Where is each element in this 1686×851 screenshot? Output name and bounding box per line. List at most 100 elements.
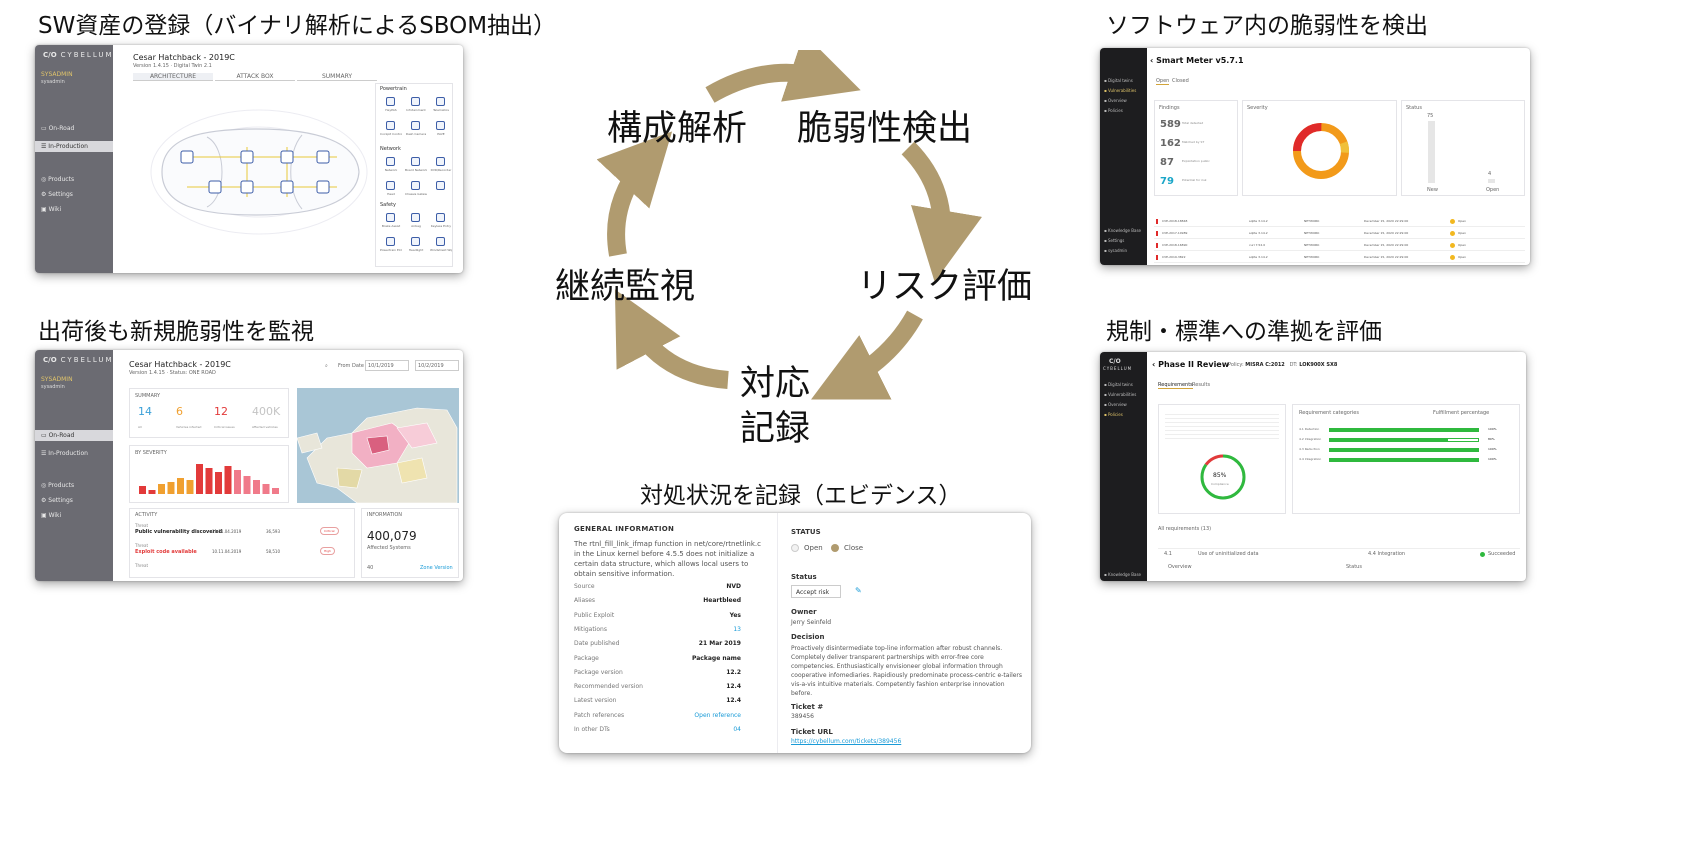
summary-caption: Affected vehicles	[252, 425, 278, 429]
activity-title[interactable]: Public vulnerability discovered	[135, 529, 222, 535]
logo-mark: C/O	[1109, 358, 1121, 365]
zone-version-link[interactable]: Zone Version	[420, 565, 453, 571]
nav-item-settings[interactable]: ⚙ Settings	[41, 497, 73, 504]
module-tile[interactable]: PAVE	[430, 120, 452, 140]
status-dot	[1450, 255, 1455, 260]
tab-summary[interactable]: SUMMARY	[297, 73, 377, 81]
nav-item[interactable]: ▪ sysadmin	[1104, 248, 1127, 253]
nav-item[interactable]: ▪ Digital twins	[1104, 382, 1133, 387]
severity-bar	[158, 484, 165, 494]
nav-item[interactable]: ▪ Vulnerabilities	[1104, 392, 1136, 397]
module-tile[interactable]: Windshield Wiper	[430, 236, 452, 256]
nav-item[interactable]: ▪ Knowledge Base	[1104, 572, 1141, 577]
logo: C/O CYBELLUM	[43, 356, 114, 364]
module-tile[interactable]	[430, 180, 452, 200]
nav-item[interactable]: ▪ Policies	[1104, 412, 1123, 417]
tab-requirements[interactable]: Requirements	[1158, 382, 1193, 389]
module-icon	[436, 237, 445, 246]
module-label: Brake Assist	[381, 224, 401, 228]
module-tile[interactable]: Keyless Entry	[430, 212, 452, 232]
nav-item-wiki[interactable]: ▣ Wiki	[41, 206, 61, 213]
table-row[interactable]: CVE-2017-10989 sqlite 3.14.2 NETWORK Decemb…	[1154, 228, 1525, 239]
module-tile[interactable]: Cockpit Controller	[380, 120, 402, 140]
module-tile[interactable]: Board Network	[405, 156, 427, 176]
module-tile[interactable]: Dash Camera	[405, 120, 427, 140]
row-text: Use of uninitialized data	[1198, 551, 1259, 557]
module-icon	[411, 157, 420, 166]
module-tile[interactable]: Telematics	[430, 96, 452, 116]
status-select[interactable]: Accept risk	[791, 585, 841, 598]
activity-title[interactable]: Exploit code available	[135, 549, 197, 555]
sidebar: C/O CYBELLUM SYSADMIN sysadmin ▭ On-Road …	[35, 45, 113, 273]
field-value[interactable]: Open reference	[669, 712, 741, 719]
nav-item[interactable]: ▪ Knowledge Base	[1104, 228, 1141, 233]
edit-pencil-icon[interactable]: ✎	[855, 586, 862, 595]
field-value: 12.4	[726, 683, 741, 691]
table-row[interactable]: CVE-2018-18848 sqlite 3.14.2 NETWORK Decemb…	[1154, 216, 1525, 227]
nav-item[interactable]: ▪ Policies	[1104, 108, 1123, 113]
date: December 15, 2020 22:29:00	[1364, 219, 1409, 223]
page-title: Cesar Hatchback - 2019C	[129, 360, 231, 369]
nav-item-in-production[interactable]: ☰ In-Production	[41, 450, 88, 457]
module-tile[interactable]: Airbag	[405, 212, 427, 232]
module-tile[interactable]: Infotainment	[405, 96, 427, 116]
nav-item-on-road[interactable]: ▭ On-Road	[35, 430, 113, 441]
nav-item[interactable]: ▪ Digital twins	[1104, 78, 1133, 83]
screenshot-sbom: C/O CYBELLUM SYSADMIN sysadmin ▭ On-Road …	[35, 45, 463, 273]
module-tile[interactable]: Brake Assist	[380, 212, 402, 232]
decision-text: Proactively disintermediate top-line inf…	[791, 645, 1023, 697]
radio-open-label: Open	[804, 544, 823, 552]
radio-open[interactable]	[791, 544, 799, 552]
module-tile[interactable]: Head	[380, 180, 402, 200]
package: sqlite 3.14.2	[1249, 231, 1268, 235]
owner-value: Jerry Seinfeld	[791, 619, 831, 626]
tab-results[interactable]: Results	[1192, 382, 1210, 388]
search-icon[interactable]: ⌕	[325, 363, 328, 369]
tab-status[interactable]: Status	[1346, 564, 1362, 570]
radio-close[interactable]	[831, 544, 839, 552]
nav-item[interactable]: ▪ Overview	[1104, 402, 1127, 407]
field-key: Public Exploit	[574, 611, 615, 619]
field-value[interactable]: 04	[669, 726, 741, 733]
activity-time: 11.11.04.2019	[212, 529, 242, 534]
field-value: Package name	[692, 654, 741, 662]
nav-item[interactable]: ▪ Settings	[1104, 238, 1124, 243]
tab-architecture[interactable]: ARCHITECTURE	[133, 73, 213, 81]
module-tile[interactable]: Chassis Gateway	[405, 180, 427, 200]
module-icon	[436, 181, 445, 190]
user-name: SYSADMIN	[41, 71, 73, 78]
tab-open[interactable]: Open	[1156, 78, 1170, 85]
severity-bar	[196, 464, 203, 494]
nav-item-products[interactable]: ◎ Products	[41, 176, 74, 183]
field-value: 21 Mar 2019	[698, 640, 741, 648]
nav-item[interactable]: ▪ Vulnerabilities	[1104, 88, 1136, 93]
field-value[interactable]: 13	[669, 626, 741, 633]
nav-item-products[interactable]: ◎ Products	[41, 482, 74, 489]
nav-item-in-production[interactable]: ☰ In-Production	[35, 141, 113, 152]
nav-item[interactable]: ▪ Overview	[1104, 98, 1127, 103]
nav-item-on-road[interactable]: ▭ On-Road	[41, 125, 74, 132]
ticket-url-link[interactable]: https://cybellum.com/tickets/389456	[791, 738, 901, 745]
nav-item-wiki[interactable]: ▣ Wiki	[41, 512, 61, 519]
module-tile[interactable]: HeyPAS	[380, 96, 402, 116]
module-icon	[411, 213, 420, 222]
module-tile[interactable]: Network	[380, 156, 402, 176]
module-tile[interactable]: Headlight	[405, 236, 427, 256]
table-row[interactable]: CVE-2019-3822 sqlite 3.14.2 NETWORK Decembe…	[1154, 252, 1525, 263]
date-to-input[interactable]: 10/2/2019	[415, 360, 459, 371]
status: Open	[1458, 255, 1467, 259]
all-requirements-label: All requirements (13)	[1158, 526, 1212, 532]
module-tile[interactable]: DVR/Recorder	[430, 156, 452, 176]
table-row[interactable]: CVE-2018-16890 curl 7.52.0 NETWORK December…	[1154, 240, 1525, 251]
tab-closed[interactable]: Closed	[1172, 78, 1189, 84]
severity-bar	[272, 488, 279, 494]
summary-caption: Vehicles infected	[176, 425, 202, 429]
tab-overview[interactable]: Overview	[1168, 564, 1192, 570]
category-fill	[1330, 459, 1478, 461]
module-tile[interactable]: Powertrain ECU	[380, 236, 402, 256]
requirement-row[interactable]: 4.1 Use of uninitialized data 4.4 Integr…	[1158, 548, 1520, 558]
nav-item-settings[interactable]: ⚙ Settings	[41, 191, 73, 198]
date-from-input[interactable]: 10/1/2019	[365, 360, 409, 371]
tab-attack-box[interactable]: ATTACK BOX	[215, 73, 295, 81]
field-value: 12.4	[726, 697, 741, 705]
